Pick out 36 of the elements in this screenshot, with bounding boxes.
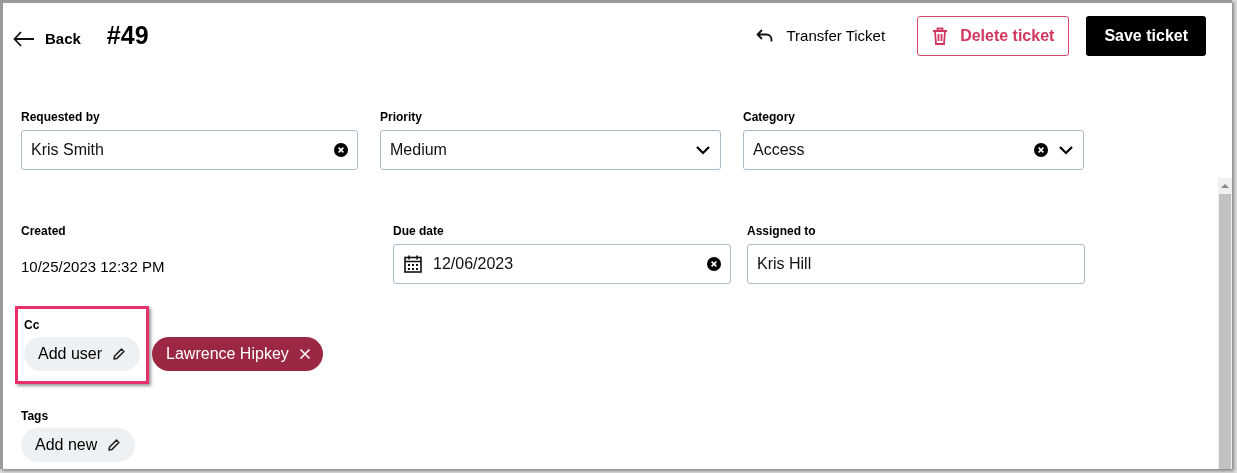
back-button[interactable]: Back xyxy=(13,27,81,51)
field-label: Priority xyxy=(380,111,422,123)
back-arrow-icon xyxy=(13,31,35,47)
field-label: Created xyxy=(21,225,66,237)
reply-arrow-icon xyxy=(756,29,775,43)
user-chip: Lawrence Hipkey xyxy=(152,337,323,371)
remove-icon[interactable] xyxy=(298,348,311,360)
input-field[interactable]: Kris Hill xyxy=(747,244,1085,284)
save-ticket-button[interactable]: Save ticket xyxy=(1086,16,1206,56)
chevron-down-icon[interactable] xyxy=(1058,145,1074,155)
transfer-ticket-button[interactable]: Transfer Ticket xyxy=(756,16,886,56)
tags-label: Tags xyxy=(21,410,49,422)
scrollbar[interactable] xyxy=(1218,178,1232,469)
field-label: Assigned to xyxy=(747,225,816,237)
chevron-down-icon[interactable] xyxy=(695,145,711,155)
date-field[interactable]: 12/06/2023 xyxy=(393,244,731,284)
ticket-number: #49 xyxy=(106,20,149,52)
clear-icon[interactable] xyxy=(707,257,721,271)
pencil-icon xyxy=(112,347,127,361)
clear-icon[interactable] xyxy=(1034,143,1048,157)
select-field[interactable]: Access xyxy=(743,130,1084,170)
scroll-up-icon xyxy=(1220,181,1230,191)
delete-ticket-button[interactable]: Delete ticket xyxy=(917,16,1070,56)
input-field[interactable]: Kris Smith xyxy=(21,130,358,170)
clear-icon[interactable] xyxy=(334,143,348,157)
add-tag-button[interactable]: Add new xyxy=(21,428,136,462)
add-user-button[interactable]: Add user xyxy=(24,337,141,371)
field-label: Category xyxy=(743,111,795,123)
field-label: Due date xyxy=(393,225,444,237)
created-value: 10/25/2023 12:32 PM xyxy=(21,257,165,277)
cc-label: Cc xyxy=(24,319,41,331)
select-field[interactable]: Medium xyxy=(380,130,721,170)
pencil-icon xyxy=(107,438,122,452)
field-label: Requested by xyxy=(21,111,100,123)
calendar-icon[interactable] xyxy=(403,254,423,274)
trash-icon xyxy=(932,27,949,45)
